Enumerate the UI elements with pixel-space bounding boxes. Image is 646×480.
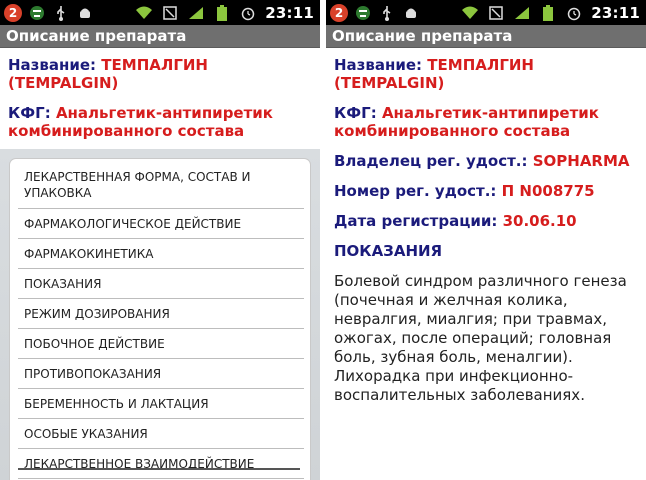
reg-number-value: П N008775 [501, 182, 595, 200]
alarm-icon [239, 5, 257, 21]
status-right: 23:11 [135, 0, 314, 25]
no-sim-icon [487, 5, 505, 21]
app-face-icon [28, 5, 46, 21]
menu-item-contraindications[interactable]: ПРОТИВОПОКАЗАНИЯ [18, 359, 304, 389]
owner-label: Владелец рег. удост.: [334, 152, 528, 170]
usb-icon [378, 5, 396, 21]
app-face-icon [354, 5, 372, 21]
status-bar: 2 23:11 [0, 0, 320, 25]
signal-icon [187, 5, 205, 21]
menu-item-special-notes[interactable]: ОСОБЫЕ УКАЗАНИЯ [18, 419, 304, 449]
menu-item-indications[interactable]: ПОКАЗАНИЯ [18, 269, 304, 299]
right-screen: 2 23:11 Описание препарата Название: ТЕМ… [326, 0, 646, 480]
scroll-edge [18, 468, 300, 470]
status-left: 2 [326, 3, 420, 22]
kfg-field: КФГ: Анальгетик-антипиретик комбинирован… [334, 104, 638, 140]
menu-item-form[interactable]: ЛЕКАРСТВЕННАЯ ФОРМА, СОСТАВ И УПАКОВКА [18, 159, 304, 209]
status-left: 2 [0, 3, 94, 22]
left-screen: 2 23:11 Описание препарата Название: ТЕМ… [0, 0, 320, 480]
alarm-icon [565, 5, 583, 21]
status-bar: 2 23:11 [326, 0, 646, 25]
notification-badge[interactable]: 2 [4, 3, 22, 22]
window-title: Описание препарата [0, 25, 320, 48]
status-right: 23:11 [461, 0, 640, 25]
owner-value: SOPHARMA [532, 152, 630, 170]
clock: 23:11 [265, 3, 314, 22]
sections-list: ЛЕКАРСТВЕННАЯ ФОРМА, СОСТАВ И УПАКОВКА Ф… [10, 159, 310, 479]
menu-item-dosage[interactable]: РЕЖИМ ДОЗИРОВАНИЯ [18, 299, 304, 329]
section-heading: ПОКАЗАНИЯ [334, 242, 443, 260]
drug-details: Название: ТЕМПАЛГИН (TEMPALGIN) КФГ: Ана… [326, 48, 646, 405]
owner-field: Владелец рег. удост.: SOPHARMA [334, 152, 638, 170]
battery-icon [539, 4, 557, 21]
wifi-icon [135, 5, 153, 21]
android-icon [76, 5, 94, 21]
menu-item-pharmacokinetics[interactable]: ФАРМАКОКИНЕТИКА [18, 239, 304, 269]
sections-menu: ЛЕКАРСТВЕННАЯ ФОРМА, СОСТАВ И УПАКОВКА Ф… [10, 159, 310, 480]
menu-item-side-effects[interactable]: ПОБОЧНОЕ ДЕЙСТВИЕ [18, 329, 304, 359]
name-field: Название: ТЕМПАЛГИН (TEMPALGIN) [8, 56, 312, 92]
reg-number-field: Номер рег. удост.: П N008775 [334, 182, 638, 200]
section-text: Болевой синдром различного генеза (почеч… [334, 272, 627, 404]
wifi-icon [461, 5, 479, 21]
screens: 2 23:11 Описание препарата Название: ТЕМ… [0, 0, 646, 480]
drug-header: Название: ТЕМПАЛГИН (TEMPALGIN) КФГ: Ана… [0, 48, 320, 140]
name-field: Название: ТЕМПАЛГИН (TEMPALGIN) [334, 56, 638, 92]
android-icon [402, 5, 420, 21]
window-title: Описание препарата [326, 25, 646, 48]
menu-item-pharmacology[interactable]: ФАРМАКОЛОГИЧЕСКОЕ ДЕЙСТВИЕ [18, 209, 304, 239]
no-sim-icon [161, 5, 179, 21]
notification-badge[interactable]: 2 [330, 3, 348, 22]
name-label: Название: [8, 56, 97, 74]
battery-icon [213, 4, 231, 21]
reg-number-label: Номер рег. удост.: [334, 182, 497, 200]
signal-icon [513, 5, 531, 21]
kfg-field: КФГ: Анальгетик-антипиретик комбинирован… [8, 104, 312, 140]
usb-icon [52, 5, 70, 21]
kfg-label: КФГ: [334, 104, 377, 122]
name-label: Название: [334, 56, 423, 74]
menu-item-pregnancy[interactable]: БЕРЕМЕННОСТЬ И ЛАКТАЦИЯ [18, 389, 304, 419]
reg-date-field: Дата регистрации: 30.06.10 [334, 212, 638, 230]
sections-menu-background: ЛЕКАРСТВЕННАЯ ФОРМА, СОСТАВ И УПАКОВКА Ф… [0, 149, 320, 480]
reg-date-label: Дата регистрации: [334, 212, 498, 230]
kfg-label: КФГ: [8, 104, 51, 122]
menu-item-interactions[interactable]: ЛЕКАРСТВЕННОЕ ВЗАИМОДЕЙСТВИЕ [18, 449, 304, 479]
clock: 23:11 [591, 3, 640, 22]
reg-date-value: 30.06.10 [502, 212, 577, 230]
